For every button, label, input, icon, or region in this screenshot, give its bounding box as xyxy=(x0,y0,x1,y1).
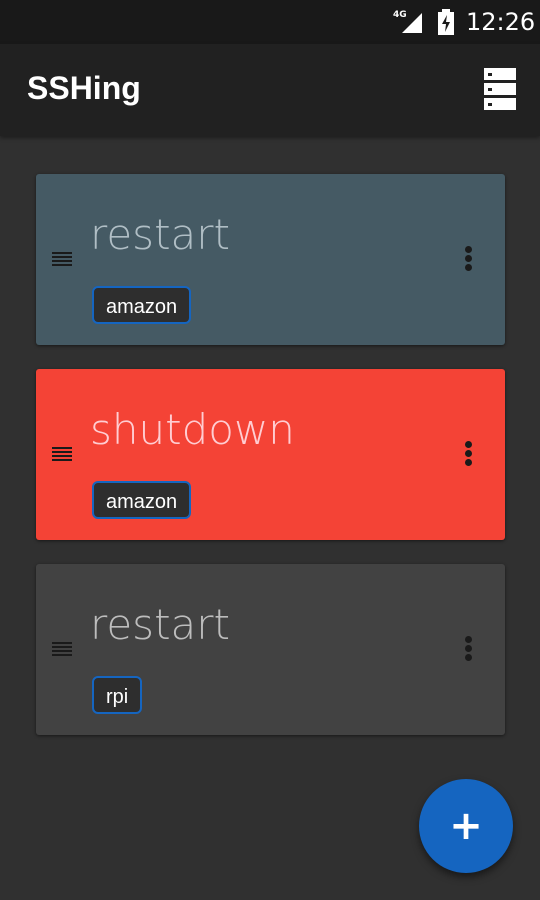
server-tag[interactable]: amazon xyxy=(92,286,192,324)
battery-charging-icon xyxy=(438,9,454,35)
command-title: restart xyxy=(90,210,231,259)
add-icon: + xyxy=(449,803,483,849)
drag-handle-icon[interactable] xyxy=(52,642,72,658)
signal-icon: 4G xyxy=(393,10,423,34)
app-title: SSHing xyxy=(27,70,141,106)
servers-icon[interactable] xyxy=(484,68,516,110)
more-vert-icon[interactable] xyxy=(460,441,476,471)
app-bar: SSHing xyxy=(0,44,540,136)
command-card-shutdown-amazon[interactable]: shutdown amazon xyxy=(36,369,505,540)
drag-handle-icon[interactable] xyxy=(52,252,72,268)
server-tag[interactable]: amazon xyxy=(92,481,192,519)
more-vert-icon[interactable] xyxy=(460,636,476,666)
server-tag[interactable]: rpi xyxy=(92,676,143,714)
status-clock: 12:26 xyxy=(466,8,536,36)
add-command-button[interactable]: + xyxy=(419,779,513,873)
more-vert-icon[interactable] xyxy=(460,246,476,276)
status-bar: 4G 12:26 xyxy=(0,0,540,44)
command-title: restart xyxy=(90,600,231,649)
command-title: shutdown xyxy=(90,405,295,454)
command-card-restart-rpi[interactable]: restart rpi xyxy=(36,564,505,735)
network-type-label: 4G xyxy=(393,10,407,20)
drag-handle-icon[interactable] xyxy=(52,447,72,463)
command-card-restart-amazon[interactable]: restart amazon xyxy=(36,174,505,345)
